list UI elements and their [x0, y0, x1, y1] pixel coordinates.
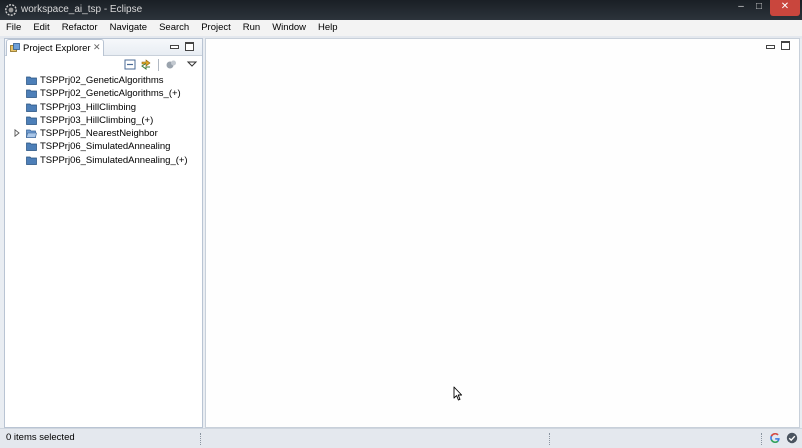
- project-tree-item[interactable]: TSPPrj03_HillClimbing: [5, 101, 202, 114]
- menu-window[interactable]: Window: [266, 20, 312, 36]
- project-tree: TSPPrj02_GeneticAlgorithms TSPPrj02_Genet…: [5, 74, 202, 167]
- editor-area[interactable]: [205, 38, 800, 428]
- window-titlebar: workspace_ai_tsp - Eclipse – □ ✕: [0, 0, 802, 20]
- menu-help[interactable]: Help: [312, 20, 344, 36]
- closed-project-folder-icon: [26, 156, 37, 165]
- menu-navigate[interactable]: Navigate: [104, 20, 154, 36]
- link-with-editor-icon[interactable]: [140, 59, 152, 70]
- mouse-cursor-icon: [453, 386, 463, 401]
- project-tree-item[interactable]: TSPPrj03_HillClimbing_(+): [5, 114, 202, 127]
- project-explorer-tab-label: Project Explorer: [23, 43, 91, 54]
- project-explorer-toolbar: [5, 57, 202, 73]
- menu-file[interactable]: File: [0, 20, 27, 36]
- tab-project-explorer[interactable]: Project Explorer ✕: [6, 39, 104, 56]
- project-name: TSPPrj03_HillClimbing: [40, 101, 137, 113]
- window-title: workspace_ai_tsp - Eclipse: [21, 4, 143, 15]
- status-bar: 0 items selected: [0, 428, 802, 448]
- collapse-all-icon[interactable]: [124, 59, 136, 70]
- menu-project[interactable]: Project: [195, 20, 237, 36]
- close-window-button[interactable]: ✕: [770, 0, 800, 16]
- project-explorer-icon: [10, 43, 20, 52]
- maximize-editor-button[interactable]: [781, 41, 790, 50]
- tasks-check-icon[interactable]: [786, 432, 798, 444]
- project-name: TSPPrj06_SimulatedAnnealing: [40, 141, 171, 153]
- status-separator: [200, 433, 202, 445]
- menu-refactor[interactable]: Refactor: [56, 20, 104, 36]
- menu-bar: File Edit Refactor Navigate Search Proje…: [0, 20, 802, 36]
- closed-project-folder-icon: [26, 143, 37, 152]
- view-menu-icon[interactable]: [186, 59, 198, 70]
- menu-edit[interactable]: Edit: [27, 20, 55, 36]
- project-name: TSPPrj06_SimulatedAnnealing_(+): [40, 154, 188, 166]
- maximize-view-button[interactable]: [185, 42, 194, 51]
- project-explorer-panel: Project Explorer ✕ TSPPrj02_GeneticAlgor…: [4, 38, 203, 428]
- focus-icon[interactable]: [165, 59, 177, 70]
- project-name: TSPPrj03_HillClimbing_(+): [40, 114, 154, 126]
- maximize-window-button[interactable]: □: [750, 0, 768, 16]
- project-name: TSPPrj02_GeneticAlgorithms: [40, 75, 164, 86]
- project-tree-item[interactable]: TSPPrj02_GeneticAlgorithms: [5, 74, 202, 87]
- toolbar-separator: [158, 59, 159, 71]
- minimize-window-button[interactable]: –: [732, 0, 750, 16]
- open-project-folder-icon: [26, 129, 37, 139]
- menu-search[interactable]: Search: [153, 20, 195, 36]
- project-tree-item[interactable]: TSPPrj06_SimulatedAnnealing_(+): [5, 154, 202, 167]
- closed-project-folder-icon: [26, 76, 37, 85]
- close-icon[interactable]: ✕: [93, 42, 101, 53]
- project-tree-item[interactable]: TSPPrj06_SimulatedAnnealing: [5, 140, 202, 153]
- project-tree-item[interactable]: TSPPrj02_GeneticAlgorithms_(+): [5, 87, 202, 100]
- project-name: TSPPrj02_GeneticAlgorithms_(+): [40, 88, 181, 100]
- minimize-editor-button[interactable]: [765, 42, 775, 51]
- closed-project-folder-icon: [26, 103, 37, 112]
- status-separator: [549, 433, 551, 445]
- closed-project-folder-icon: [26, 116, 37, 125]
- expand-arrow-icon[interactable]: [14, 129, 20, 138]
- eclipse-icon: [5, 4, 17, 16]
- minimize-view-button[interactable]: [169, 42, 179, 51]
- google-icon[interactable]: [769, 432, 781, 444]
- status-text: 0 items selected: [6, 432, 75, 443]
- closed-project-folder-icon: [26, 89, 37, 99]
- project-name: TSPPrj05_NearestNeighbor: [40, 128, 158, 140]
- project-tree-item[interactable]: TSPPrj05_NearestNeighbor: [5, 127, 202, 140]
- status-separator: [761, 433, 763, 445]
- menu-run[interactable]: Run: [237, 20, 266, 36]
- project-explorer-tabbar: Project Explorer ✕: [5, 39, 202, 56]
